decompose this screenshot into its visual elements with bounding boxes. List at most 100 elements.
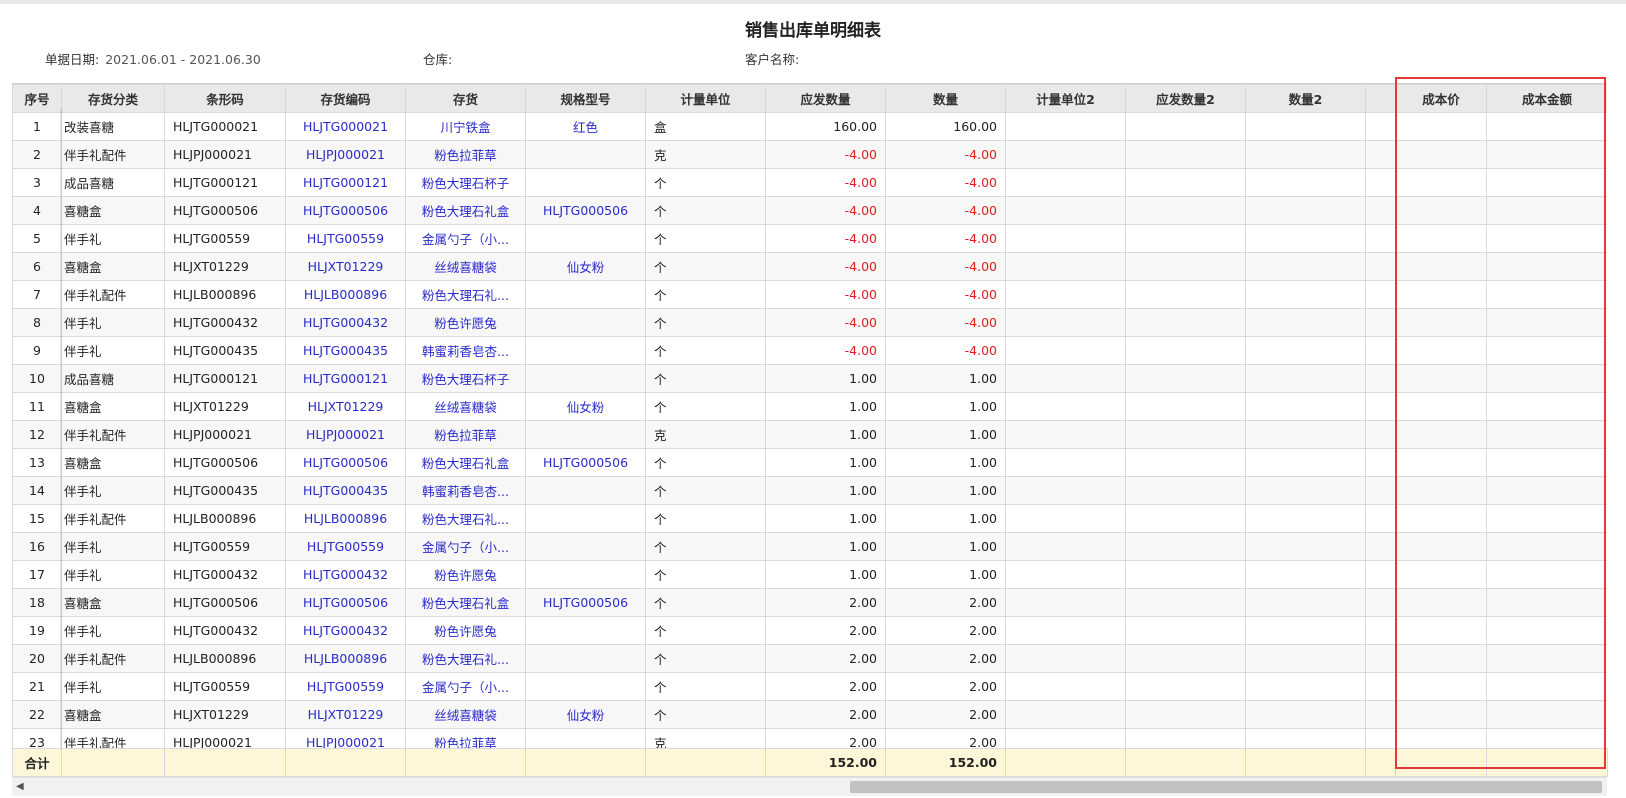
item-name-link[interactable]: 粉色大理石礼盒 — [405, 448, 526, 477]
item-code-link[interactable]: HLJTG00559 — [285, 224, 406, 253]
table-row[interactable]: 15 伴手礼配件 HLJLB000896 HLJLB000896 粉色大理石礼... 个 1… — [12, 504, 1607, 533]
horizontal-scrollbar[interactable]: ◀ — [12, 777, 1607, 796]
item-name-link[interactable]: 粉色许愿兔 — [405, 616, 526, 645]
spec-link[interactable]: HLJTG000506 — [525, 196, 646, 225]
item-code-link[interactable]: HLJTG000506 — [285, 588, 406, 617]
item-name-link[interactable]: 粉色大理石礼... — [405, 280, 526, 309]
item-name-link[interactable]: 粉色许愿兔 — [405, 308, 526, 337]
item-name-link[interactable]: 金属勺子（小... — [405, 672, 526, 701]
spec-link[interactable]: HLJTG000506 — [525, 588, 646, 617]
table-row[interactable]: 5 伴手礼 HLJTG00559 HLJTG00559 金属勺子（小... 个 -4.00-… — [12, 224, 1607, 253]
item-name-link[interactable]: 粉色大理石杯子 — [405, 364, 526, 393]
item-code-link[interactable]: HLJTG000506 — [285, 196, 406, 225]
item-code-link[interactable]: HLJTG000435 — [285, 476, 406, 505]
spec-link[interactable] — [525, 140, 646, 169]
table-row[interactable]: 2 伴手礼配件 HLJPJ000021 HLJPJ000021 粉色拉菲草克 -4.00-… — [12, 140, 1607, 169]
item-name-link[interactable]: 金属勺子（小... — [405, 224, 526, 253]
col-item-code-header[interactable]: 存货编码 — [285, 84, 406, 113]
item-name-link[interactable]: 粉色大理石礼盒 — [405, 196, 526, 225]
col-barcode-header[interactable]: 条形码 — [164, 84, 286, 113]
table-row[interactable]: 14 伴手礼 HLJTG000435 HLJTG000435 韩蜜莉香皂杏... 个 1.0… — [12, 476, 1607, 505]
table-row[interactable]: 11 喜糖盒 HLJXT01229 HLJXT01229 丝绒喜糖袋 仙女粉个 1.00 1.… — [12, 392, 1607, 421]
item-name-link[interactable]: 粉色拉菲草 — [405, 140, 526, 169]
item-code-link[interactable]: HLJXT01229 — [285, 392, 406, 421]
spec-link[interactable] — [525, 280, 646, 309]
table-row[interactable]: 18 喜糖盒 HLJTG000506 HLJTG000506 粉色大理石礼盒 HLJTG0… — [12, 588, 1607, 617]
col-spec-header[interactable]: 规格型号 — [525, 84, 646, 113]
table-row[interactable]: 9 伴手礼 HLJTG000435 HLJTG000435 韩蜜莉香皂杏... 个 -4.0… — [12, 336, 1607, 365]
item-code-link[interactable]: HLJLB000896 — [285, 280, 406, 309]
item-code-link[interactable]: HLJTG000432 — [285, 560, 406, 589]
table-row[interactable]: 22 喜糖盒 HLJXT01229 HLJXT01229 丝绒喜糖袋 仙女粉个 2.00 2.… — [12, 700, 1607, 729]
item-code-link[interactable]: HLJTG000432 — [285, 308, 406, 337]
col-seq-header[interactable]: 序号 — [12, 84, 62, 113]
item-code-link[interactable]: HLJLB000896 — [285, 644, 406, 673]
spec-link[interactable] — [525, 672, 646, 701]
item-name-link[interactable]: 粉色许愿兔 — [405, 560, 526, 589]
spec-link[interactable] — [525, 560, 646, 589]
spec-link[interactable] — [525, 616, 646, 645]
col-due-qty-header[interactable]: 应发数量 — [765, 84, 886, 113]
item-name-link[interactable]: 金属勺子（小... — [405, 532, 526, 561]
col-due-qty2-header[interactable]: 应发数量2 — [1125, 84, 1246, 113]
item-code-link[interactable]: HLJTG000435 — [285, 336, 406, 365]
col-qty-header[interactable]: 数量 — [885, 84, 1006, 113]
item-code-link[interactable]: HLJPJ000021 — [285, 140, 406, 169]
scrollbar-thumb[interactable] — [850, 781, 1602, 793]
spec-link[interactable] — [525, 224, 646, 253]
table-row[interactable]: 20 伴手礼配件 HLJLB000896 HLJLB000896 粉色大理石礼... 个 2… — [12, 644, 1607, 673]
col-spacer-header[interactable] — [1365, 84, 1396, 113]
table-row[interactable]: 10 成品喜糖 HLJTG000121 HLJTG000121 粉色大理石杯子个 1.00… — [12, 364, 1607, 393]
table-row[interactable]: 3 成品喜糖 HLJTG000121 HLJTG000121 粉色大理石杯子个 -4.00… — [12, 168, 1607, 197]
item-code-link[interactable]: HLJTG00559 — [285, 532, 406, 561]
spec-link[interactable]: 仙女粉 — [525, 252, 646, 281]
item-name-link[interactable]: 粉色大理石礼盒 — [405, 588, 526, 617]
spec-link[interactable] — [525, 336, 646, 365]
item-name-link[interactable]: 丝绒喜糖袋 — [405, 700, 526, 729]
table-row[interactable]: 7 伴手礼配件 HLJLB000896 HLJLB000896 粉色大理石礼... 个 -4… — [12, 280, 1607, 309]
spec-link[interactable]: 仙女粉 — [525, 700, 646, 729]
item-name-link[interactable]: 粉色大理石礼... — [405, 644, 526, 673]
table-row[interactable]: 19 伴手礼 HLJTG000432 HLJTG000432 粉色许愿兔个 2.00 2.0… — [12, 616, 1607, 645]
item-code-link[interactable]: HLJLB000896 — [285, 504, 406, 533]
spec-link[interactable] — [525, 364, 646, 393]
item-name-link[interactable]: 粉色大理石杯子 — [405, 168, 526, 197]
item-code-link[interactable]: HLJTG000021 — [285, 112, 406, 141]
spec-link[interactable]: 红色 — [525, 112, 646, 141]
col-qty2-header[interactable]: 数量2 — [1245, 84, 1366, 113]
item-name-link[interactable]: 韩蜜莉香皂杏... — [405, 476, 526, 505]
item-name-link[interactable]: 丝绒喜糖袋 — [405, 252, 526, 281]
col-cost-price-header[interactable]: 成本价 — [1395, 84, 1487, 113]
spec-link[interactable] — [525, 476, 646, 505]
spec-link[interactable] — [525, 420, 646, 449]
item-name-link[interactable]: 粉色大理石礼... — [405, 504, 526, 533]
spec-link[interactable] — [525, 504, 646, 533]
item-code-link[interactable]: HLJTG000121 — [285, 364, 406, 393]
col-cost-amount-header[interactable]: 成本金额 — [1486, 84, 1607, 113]
spec-link[interactable]: 仙女粉 — [525, 392, 646, 421]
table-row[interactable]: 6 喜糖盒 HLJXT01229 HLJXT01229 丝绒喜糖袋 仙女粉个 -4.00 -4… — [12, 252, 1607, 281]
table-row[interactable]: 17 伴手礼 HLJTG000432 HLJTG000432 粉色许愿兔个 1.00 1.0… — [12, 560, 1607, 589]
item-code-link[interactable]: HLJTG000121 — [285, 168, 406, 197]
col-unit-header[interactable]: 计量单位 — [645, 84, 766, 113]
table-row[interactable]: 21 伴手礼 HLJTG00559 HLJTG00559 金属勺子（小... 个 2.00 2… — [12, 672, 1607, 701]
spec-link[interactable] — [525, 532, 646, 561]
item-code-link[interactable]: HLJPJ000021 — [285, 420, 406, 449]
item-code-link[interactable]: HLJTG00559 — [285, 672, 406, 701]
item-name-link[interactable]: 川宁铁盒 — [405, 112, 526, 141]
table-row[interactable]: 4 喜糖盒 HLJTG000506 HLJTG000506 粉色大理石礼盒 HLJTG00… — [12, 196, 1607, 225]
spec-link[interactable] — [525, 644, 646, 673]
spec-link[interactable]: HLJTG000506 — [525, 448, 646, 477]
item-code-link[interactable]: HLJTG000432 — [285, 616, 406, 645]
col-item-header[interactable]: 存货 — [405, 84, 526, 113]
col-unit2-header[interactable]: 计量单位2 — [1005, 84, 1126, 113]
item-code-link[interactable]: HLJXT01229 — [285, 252, 406, 281]
table-row[interactable]: 16 伴手礼 HLJTG00559 HLJTG00559 金属勺子（小... 个 1.00 1… — [12, 532, 1607, 561]
spec-link[interactable] — [525, 308, 646, 337]
item-code-link[interactable]: HLJTG000506 — [285, 448, 406, 477]
table-row[interactable]: 12 伴手礼配件 HLJPJ000021 HLJPJ000021 粉色拉菲草克 1.00 1… — [12, 420, 1607, 449]
scroll-left-icon[interactable]: ◀ — [16, 781, 24, 792]
table-row[interactable]: 13 喜糖盒 HLJTG000506 HLJTG000506 粉色大理石礼盒 HLJTG0… — [12, 448, 1607, 477]
item-name-link[interactable]: 丝绒喜糖袋 — [405, 392, 526, 421]
spec-link[interactable] — [525, 168, 646, 197]
